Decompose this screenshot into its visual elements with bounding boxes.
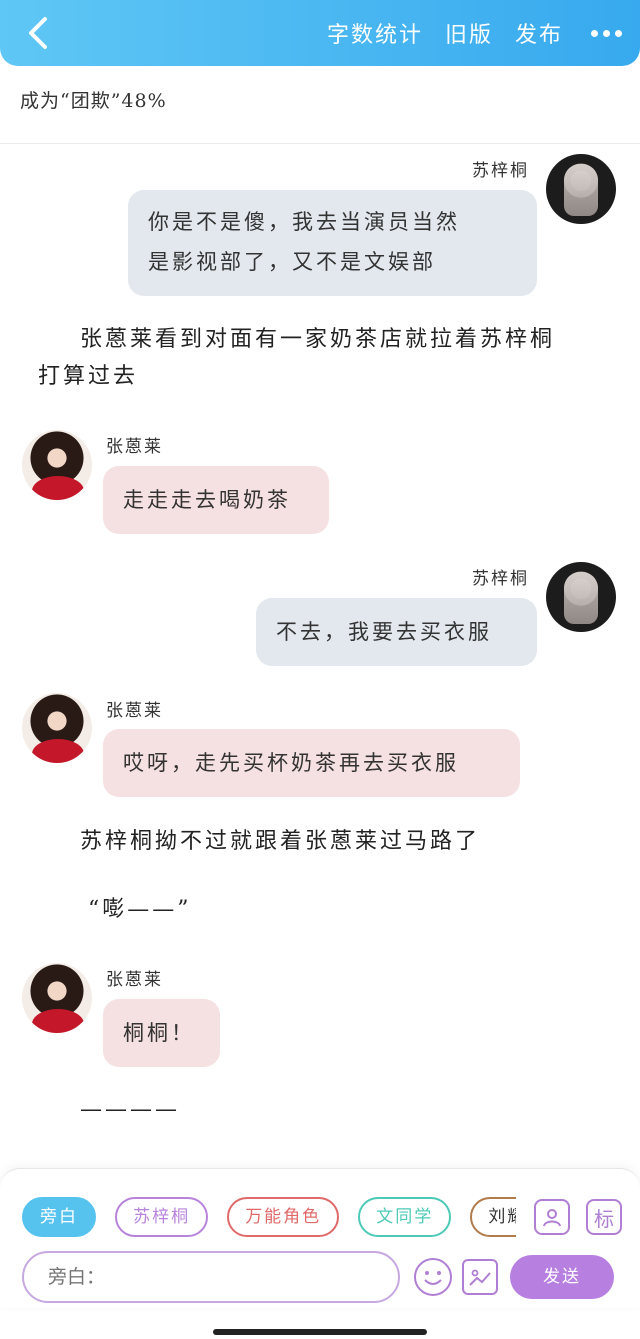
role-chip-universal[interactable]: 万能角色 [227, 1197, 340, 1237]
narration-text[interactable]: ———— [80, 1090, 180, 1130]
avatar-zhang[interactable] [22, 693, 92, 763]
message-bubble[interactable]: 桐桐！ [103, 999, 220, 1067]
narration-text[interactable]: “嘭——” [88, 890, 192, 930]
message-line: 是影视部了，又不是文娱部 [148, 250, 436, 274]
old-version-button[interactable]: 旧版 [445, 17, 493, 49]
message-input[interactable] [22, 1251, 400, 1303]
avatar-su[interactable] [546, 562, 616, 632]
word-count-button[interactable]: 字数统计 [327, 17, 423, 49]
role-chip-narrator[interactable]: 旁白 [22, 1197, 96, 1237]
header-actions: 字数统计 旧版 发布 [327, 17, 622, 49]
person-icon [543, 1209, 561, 1227]
home-indicator [213, 1329, 427, 1335]
emoji-icon [424, 1271, 442, 1285]
speaker-name: 苏梓桐 [472, 161, 529, 181]
message-bubble[interactable]: 哎呀，走先买杯奶茶再去买衣服 [103, 729, 520, 797]
composer-panel: 旁白 苏梓桐 万能角色 文同学 刘耀文 标 发送 [0, 1168, 640, 1308]
publish-button[interactable]: 发布 [515, 17, 563, 49]
role-chip-liu[interactable]: 刘耀文 [470, 1197, 516, 1237]
more-button[interactable] [591, 29, 622, 37]
role-chip-classmate[interactable]: 文同学 [358, 1197, 452, 1237]
tag-icon: 标 [594, 1206, 614, 1231]
divider [0, 143, 640, 144]
narration-text[interactable]: 苏梓桐拗不过就跟着张蒽莱过马路了 [80, 822, 480, 862]
message-bubble[interactable]: 走走走去喝奶茶 [103, 466, 329, 534]
character-manage-button[interactable] [534, 1199, 570, 1235]
avatar-zhang[interactable] [22, 963, 92, 1033]
role-chip-su[interactable]: 苏梓桐 [115, 1197, 209, 1237]
avatar-su[interactable] [546, 154, 616, 224]
speaker-name: 苏梓桐 [472, 569, 529, 589]
message-bubble[interactable]: 不去，我要去买衣服 [256, 598, 537, 666]
emoji-button[interactable] [414, 1258, 452, 1296]
chapter-progress: 成为“团欺”48% [20, 90, 167, 112]
image-icon [469, 1269, 491, 1286]
speaker-name: 张蒽莱 [106, 701, 163, 721]
back-button[interactable] [18, 13, 58, 53]
message-bubble[interactable]: 你是不是傻，我去当演员当然 是影视部了，又不是文娱部 [128, 190, 537, 296]
speaker-name: 张蒽莱 [106, 437, 163, 457]
image-button[interactable] [462, 1259, 498, 1295]
message-line: 你是不是傻，我去当演员当然 [148, 210, 460, 234]
speaker-name: 张蒽莱 [106, 970, 163, 990]
tag-button[interactable]: 标 [586, 1199, 622, 1235]
narration-text[interactable]: 张蒽莱看到对面有一家奶茶店就拉着苏梓桐 [80, 320, 555, 360]
narration-text[interactable]: 打算过去 [38, 357, 138, 397]
role-selector: 旁白 苏梓桐 万能角色 文同学 刘耀文 [22, 1197, 516, 1239]
send-button[interactable]: 发送 [510, 1255, 614, 1299]
avatar-zhang[interactable] [22, 430, 92, 500]
top-bar: 字数统计 旧版 发布 [0, 0, 640, 66]
chevron-left-icon [29, 17, 47, 49]
